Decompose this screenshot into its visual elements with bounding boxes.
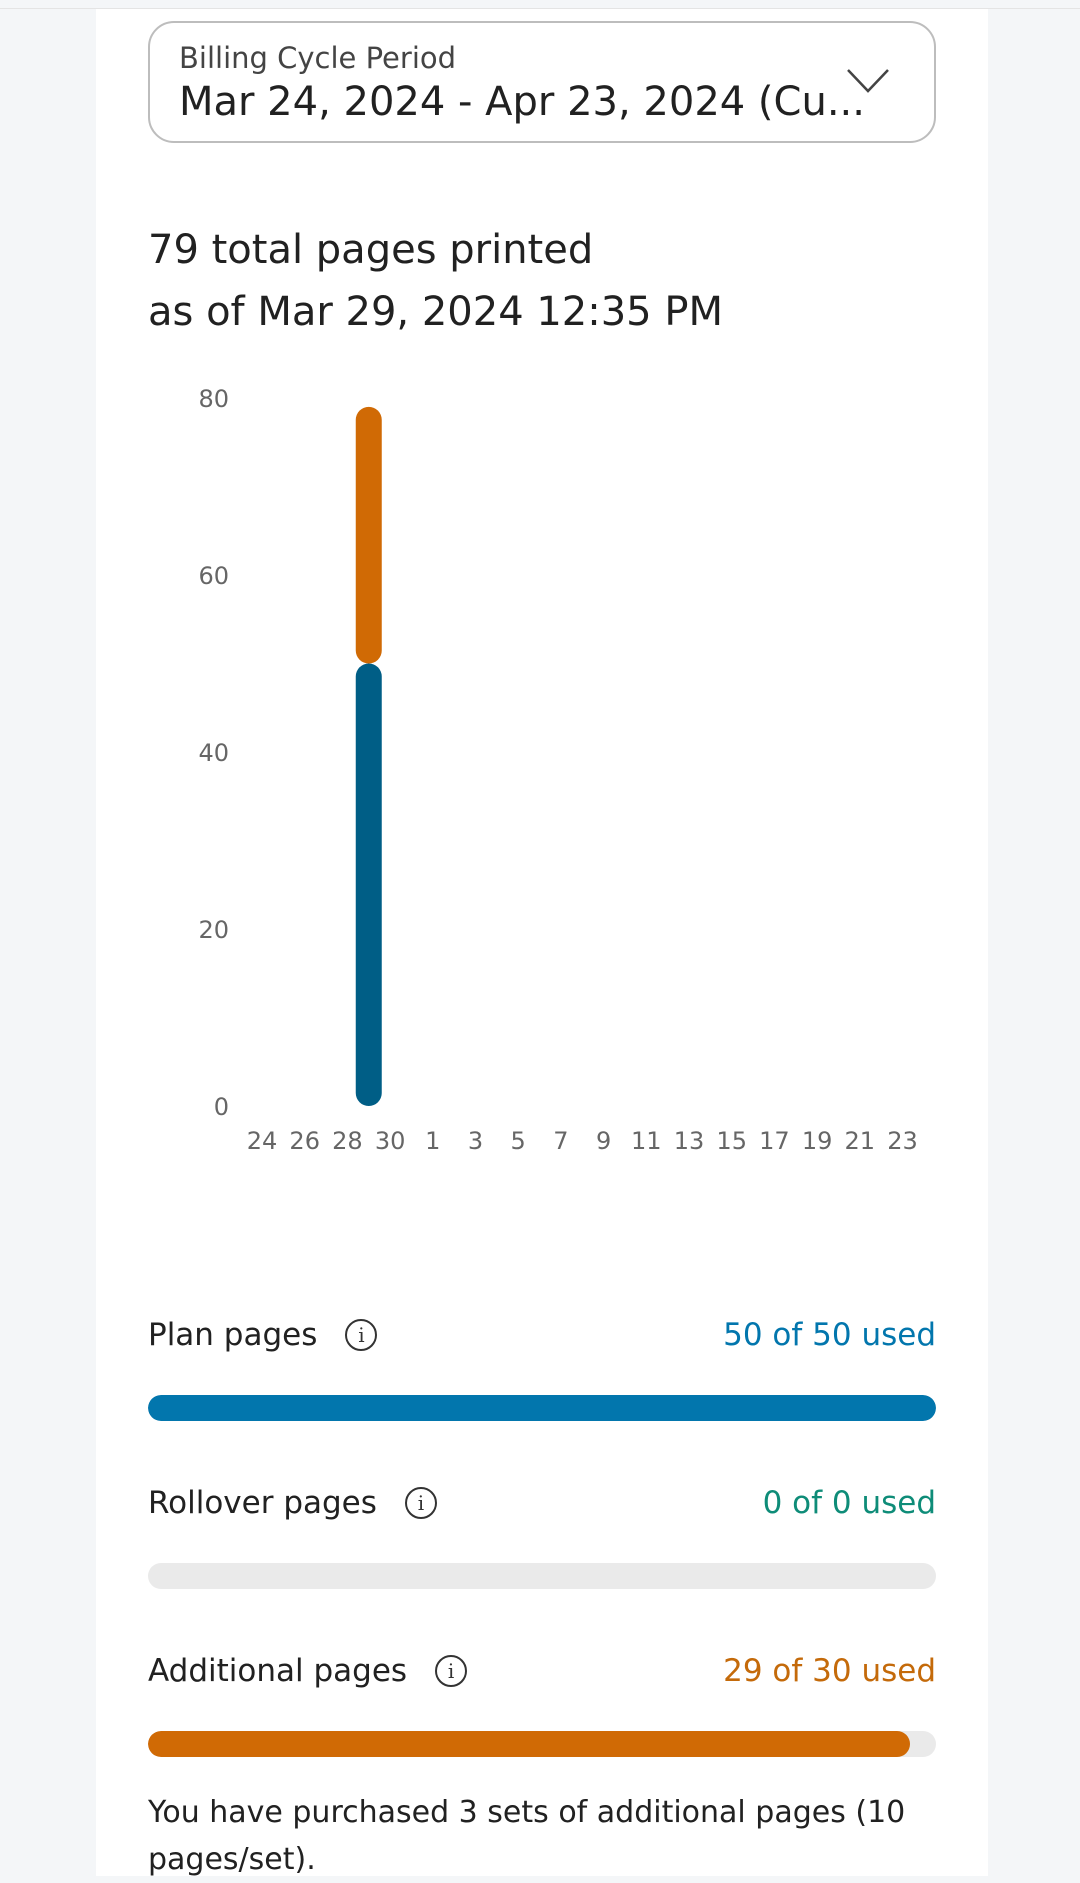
plan-pages-progress <box>148 1395 936 1421</box>
billing-cycle-value: Mar 24, 2024 - Apr 23, 2024 (Cu... <box>179 79 865 125</box>
x-tick-label: 26 <box>289 1127 320 1155</box>
bar-segment <box>355 406 382 664</box>
y-tick-label: 20 <box>198 916 229 944</box>
billing-cycle-label: Billing Cycle Period <box>179 41 457 75</box>
additional-pages-progress <box>148 1731 936 1757</box>
info-glyph: i <box>358 1323 365 1347</box>
info-glyph: i <box>447 1659 455 1683</box>
x-tick-label: 28 <box>332 1127 363 1155</box>
usage-card: Billing Cycle Period Mar 24, 2024 - Apr … <box>96 9 988 1877</box>
plan-pages-label: Plan pages <box>148 1317 318 1353</box>
rollover-pages-count: 0 of 0 used <box>762 1485 936 1521</box>
plan-pages-progress-fill <box>148 1395 936 1421</box>
rollover-pages-progress <box>148 1563 936 1589</box>
y-tick-label: 80 <box>198 385 229 413</box>
plan-pages-meter: Plan pages i 50 of 50 used <box>148 1317 936 1421</box>
x-tick-label: 15 <box>716 1127 747 1155</box>
info-glyph: i <box>417 1491 425 1515</box>
x-tick-label: 1 <box>425 1127 440 1155</box>
chevron-down-icon <box>847 69 889 93</box>
x-tick-label: 9 <box>596 1127 611 1155</box>
info-icon[interactable]: i <box>345 1319 378 1351</box>
as-of-timestamp: as of Mar 29, 2024 12:35 PM <box>148 289 723 335</box>
bar-segment <box>355 663 382 1106</box>
plan-pages-count: 50 of 50 used <box>723 1317 936 1353</box>
x-tick-label: 30 <box>375 1127 406 1155</box>
additional-pages-meter: Additional pages i 29 of 30 used <box>148 1653 936 1757</box>
rollover-pages-meter: Rollover pages i 0 of 0 used <box>148 1485 936 1589</box>
additional-pages-note: You have purchased 3 sets of additional … <box>148 1795 906 1877</box>
x-tick-label: 7 <box>553 1127 568 1155</box>
additional-pages-label: Additional pages <box>148 1653 408 1689</box>
info-icon[interactable]: i <box>404 1487 437 1519</box>
y-tick-label: 0 <box>214 1093 229 1121</box>
x-tick-label: 24 <box>247 1127 278 1155</box>
y-tick-label: 40 <box>198 739 229 767</box>
x-tick-label: 13 <box>674 1127 705 1155</box>
y-tick-label: 60 <box>198 562 229 590</box>
rollover-pages-label: Rollover pages <box>148 1485 377 1521</box>
x-tick-label: 21 <box>845 1127 876 1155</box>
total-pages-text: 79 total pages printed <box>148 227 594 273</box>
x-tick-label: 3 <box>468 1127 483 1155</box>
x-tick-label: 17 <box>759 1127 790 1155</box>
x-tick-label: 11 <box>631 1127 662 1155</box>
x-tick-label: 19 <box>802 1127 833 1155</box>
usage-chart: 02040608024 26 28 30 1 3 5 7 9 11 13 15 17 19 21 23 <box>198 385 918 1155</box>
x-tick-label: 5 <box>511 1127 526 1155</box>
billing-cycle-select[interactable]: Billing Cycle Period Mar 24, 2024 - Apr … <box>148 21 936 143</box>
x-tick-label: 23 <box>887 1127 918 1155</box>
usage-summary: 79 total pages printed as of Mar 29, 202… <box>148 219 723 343</box>
additional-pages-count: 29 of 30 used <box>723 1653 936 1689</box>
info-icon[interactable]: i <box>435 1655 468 1687</box>
additional-pages-progress-fill <box>148 1731 910 1757</box>
